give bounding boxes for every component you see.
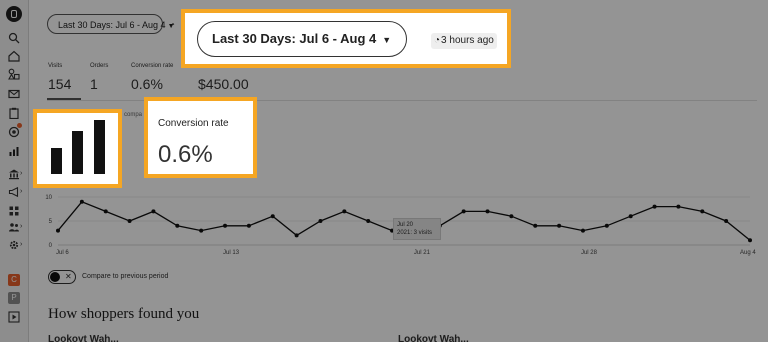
date-range-callout: Last 30 Days: Jul 6 - Aug 4 ▼ ◔3 hours ag… bbox=[181, 9, 511, 68]
cut-off-text-right: Lookovt Wah... bbox=[398, 334, 469, 345]
caret-down-icon: ▼ bbox=[382, 35, 392, 45]
x-tick-label: Jul 21 bbox=[413, 250, 430, 256]
data-point[interactable] bbox=[366, 219, 371, 223]
compare-toggle[interactable]: ✕ bbox=[48, 270, 76, 284]
data-point[interactable] bbox=[724, 219, 729, 223]
data-point[interactable] bbox=[580, 228, 585, 233]
x-tick-label: Jul 28 bbox=[580, 250, 597, 256]
toggle-knob bbox=[50, 272, 60, 282]
tooltip-visits: 2021: 3 visits bbox=[397, 230, 433, 236]
section-title: How shoppers found you bbox=[48, 306, 200, 322]
data-point[interactable] bbox=[509, 214, 514, 219]
conversion-rate-callout-value: 0.6% bbox=[158, 141, 213, 168]
cut-off-text-left: Lookovt Wah... bbox=[48, 334, 119, 345]
data-point[interactable] bbox=[700, 209, 705, 214]
bar-chart-callout bbox=[33, 109, 122, 188]
data-point[interactable] bbox=[175, 223, 180, 228]
data-point[interactable] bbox=[628, 214, 633, 219]
conversion-rate-callout-label: Conversion rate bbox=[158, 118, 229, 129]
x-tick-label: Aug 4 bbox=[740, 250, 756, 256]
x-tick-label: Jul 6 bbox=[56, 250, 69, 256]
data-point[interactable] bbox=[461, 209, 466, 214]
bar-chart-icon-bar-1 bbox=[51, 148, 62, 174]
data-point[interactable] bbox=[270, 214, 275, 219]
data-point[interactable] bbox=[246, 223, 251, 228]
bar-chart-icon-bar-3 bbox=[94, 120, 105, 174]
y-tick-label: 0 bbox=[49, 243, 53, 249]
x-tick-label: Jul 13 bbox=[223, 250, 240, 256]
tooltip-date: Jul 20 bbox=[397, 222, 414, 228]
data-point[interactable] bbox=[652, 204, 657, 209]
clock-icon: ◔ bbox=[434, 35, 441, 46]
last-updated-chip: ◔3 hours ago bbox=[431, 33, 497, 49]
data-point[interactable] bbox=[485, 209, 490, 214]
data-point[interactable] bbox=[151, 209, 156, 214]
conversion-rate-callout: Conversion rate 0.6% bbox=[144, 97, 257, 178]
data-point[interactable] bbox=[533, 223, 538, 228]
data-point[interactable] bbox=[557, 223, 562, 228]
data-point[interactable] bbox=[676, 204, 681, 209]
data-point[interactable] bbox=[199, 228, 204, 233]
date-range-zoomed-label: Last 30 Days: Jul 6 - Aug 4 bbox=[212, 31, 377, 46]
data-point[interactable] bbox=[56, 228, 60, 233]
data-point[interactable] bbox=[748, 238, 752, 243]
data-point[interactable] bbox=[223, 223, 228, 228]
app-root: › › › › C P Last 30 Days: Jul 6 - Aug 4 ▼… bbox=[0, 0, 768, 345]
last-updated-text: 3 hours ago bbox=[441, 35, 494, 46]
data-point[interactable] bbox=[127, 219, 132, 223]
close-icon: ✕ bbox=[65, 272, 72, 281]
data-point[interactable] bbox=[79, 199, 84, 204]
bar-chart-icon-bar-2 bbox=[72, 131, 83, 174]
data-point[interactable] bbox=[318, 219, 323, 223]
compare-toggle-label: Compare to previous period bbox=[82, 273, 169, 280]
chart-tooltip: Jul 20 2021: 3 visits bbox=[393, 218, 441, 240]
date-range-selector-zoomed[interactable]: Last 30 Days: Jul 6 - Aug 4 ▼ bbox=[197, 21, 407, 57]
y-tick-label: 10 bbox=[45, 195, 52, 201]
y-tick-label: 5 bbox=[49, 219, 53, 225]
data-point[interactable] bbox=[342, 209, 347, 214]
data-point[interactable] bbox=[604, 223, 609, 228]
data-point[interactable] bbox=[103, 209, 108, 214]
data-point[interactable] bbox=[294, 233, 299, 238]
